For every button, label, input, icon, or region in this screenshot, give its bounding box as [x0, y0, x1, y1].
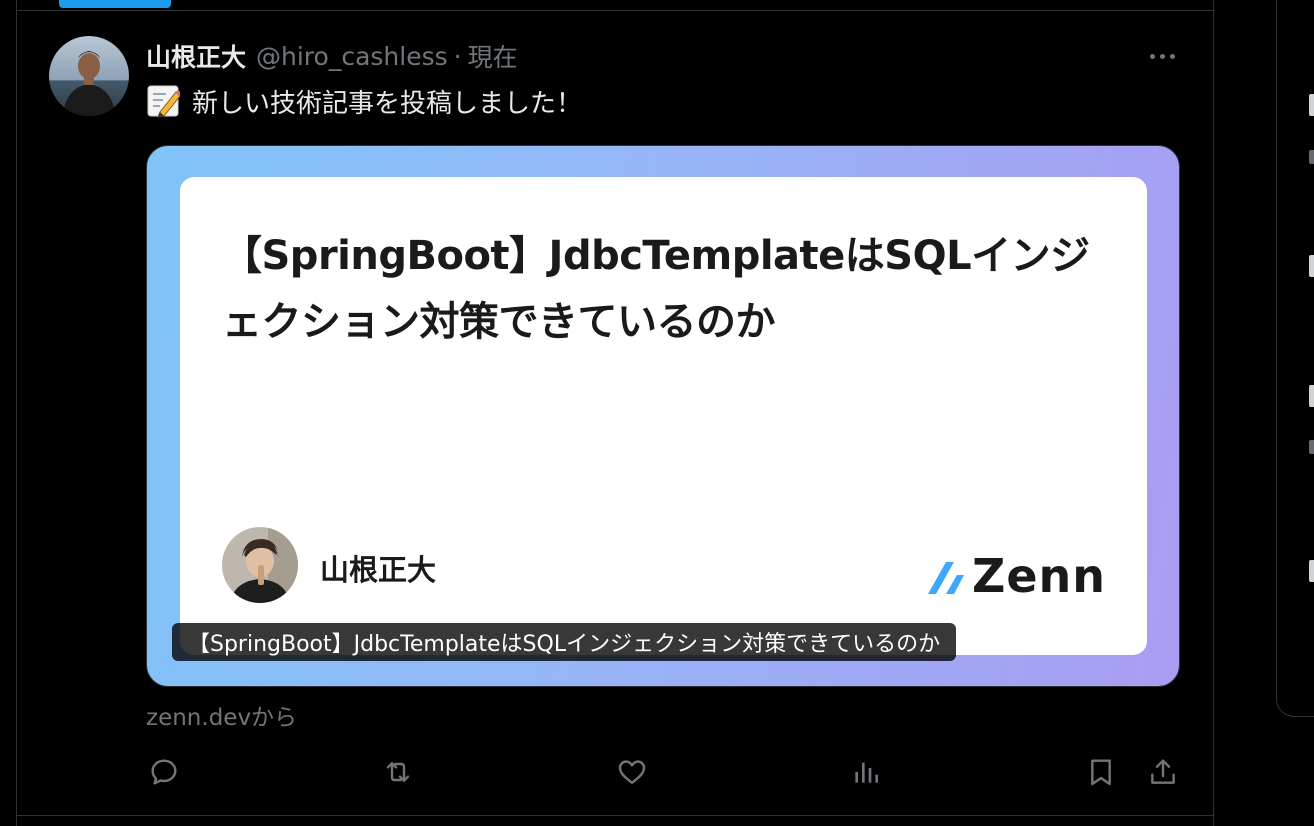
link-card-image: 【SpringBoot】JdbcTemplateはSQLインジェクション対策でき… — [180, 177, 1147, 655]
tweet-header: 山根正大 @hiro_cashless · 現在 — [146, 38, 518, 74]
author-handle[interactable]: @hiro_cashless — [256, 42, 448, 71]
timestamp[interactable]: 現在 — [468, 38, 518, 74]
tweet-text: 新しい技術記事を投稿しました！ — [146, 82, 582, 120]
like-icon — [618, 760, 646, 784]
like-button[interactable] — [612, 752, 652, 792]
sidebar-text-fragment — [1309, 255, 1314, 277]
tweet-body: 新しい技術記事を投稿しました！ — [192, 88, 583, 119]
sidebar-text-fragment — [1309, 150, 1314, 164]
user-avatar[interactable] — [49, 36, 129, 116]
article-author-name: 山根正大 — [320, 553, 437, 587]
column-border-left — [16, 0, 17, 826]
views-icon — [855, 762, 878, 783]
views-button[interactable] — [846, 752, 886, 792]
more-options-button[interactable] — [1142, 44, 1182, 68]
zenn-wordmark: Zenn — [972, 549, 1107, 603]
reply-icon — [151, 759, 177, 785]
sidebar-text-fragment — [1309, 385, 1314, 407]
sidebar-text-fragment — [1309, 560, 1314, 582]
sidebar-text-fragment — [1309, 94, 1314, 116]
post-divider-top — [17, 10, 1213, 11]
post-divider-bottom — [17, 815, 1213, 816]
share-icon — [1151, 759, 1175, 784]
bookmark-icon — [1091, 759, 1111, 786]
separator-dot: · — [453, 41, 462, 71]
zenn-mark-icon — [928, 562, 964, 594]
link-card-caption[interactable]: 【SpringBoot】JdbcTemplateはSQLインジェクション対策でき… — [172, 623, 957, 661]
column-border-right — [1213, 0, 1214, 826]
article-title: 【SpringBoot】JdbcTemplateはSQLインジェクション対策でき… — [222, 233, 1090, 345]
author-name[interactable]: 山根正大 — [146, 38, 246, 74]
timeline-screen: 山根正大 @hiro_cashless · 現在 新しい技術記事を投稿しました！… — [0, 0, 1314, 826]
sidebar-text-fragment — [1309, 440, 1314, 454]
more-icon — [1149, 53, 1155, 59]
article-author-avatar — [222, 527, 298, 603]
memo-icon — [147, 85, 180, 118]
zenn-logo: Zenn — [926, 549, 1107, 603]
share-button[interactable] — [1143, 752, 1183, 792]
link-card[interactable]: 【SpringBoot】JdbcTemplateはSQLインジェクション対策でき… — [146, 145, 1180, 687]
bookmark-button[interactable] — [1081, 752, 1121, 792]
reply-button[interactable] — [144, 752, 184, 792]
active-tab-indicator — [59, 0, 171, 8]
link-source[interactable]: zenn.devから — [146, 698, 297, 732]
retweet-button[interactable] — [378, 752, 418, 792]
retweet-icon — [386, 762, 410, 782]
